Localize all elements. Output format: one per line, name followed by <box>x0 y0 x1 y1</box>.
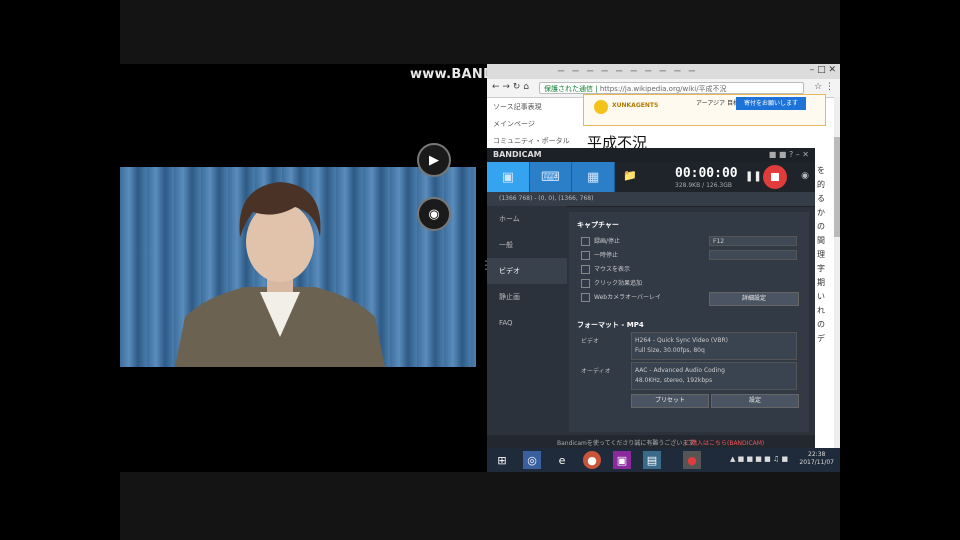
sidebar-item-image[interactable]: 静止画 <box>487 284 567 310</box>
app-icon[interactable]: ▣ <box>613 451 631 469</box>
recording-status: 📁 00:00:00 328.9KB / 126.3GB ❚❚ ◉ <box>615 162 815 192</box>
audio-format-box: AAC - Advanced Audio Coding 48.0KHz, ste… <box>631 362 797 390</box>
video-frame: www.BANDICAM.com ▶ ◉ ⋮ ー ー ー ー ー ー ー ー ー… <box>120 0 840 540</box>
banner-logo-icon <box>594 100 608 114</box>
bandicam-window-controls-icon[interactable]: ■ ■ ? – ✕ <box>769 150 809 159</box>
preset-button[interactable]: プリセット <box>631 394 709 408</box>
hotkey-field-2[interactable] <box>709 250 797 260</box>
bottom-letterbox <box>120 472 840 540</box>
checkbox-pause[interactable]: 一時停止 <box>581 250 618 260</box>
format-section-title: フォーマット - MP4 <box>577 321 644 329</box>
bandicam-taskbar-icon[interactable]: ● <box>683 451 701 469</box>
video-codec: H264 - Quick Sync Video (VBR) <box>635 337 728 344</box>
explorer-icon[interactable]: ▤ <box>643 451 661 469</box>
footer-purchase-link[interactable]: ご購入はこちら(BANDICAM) <box>685 438 764 447</box>
ie-icon[interactable]: e <box>553 451 571 469</box>
capture-section-title: キャプチャー <box>577 221 619 229</box>
chrome-icon[interactable]: ● <box>583 451 601 469</box>
footer-text: Bandicamを使ってくださり誠に有難うございます <box>557 440 695 447</box>
webcam-feed <box>120 167 476 367</box>
capture-mode-selector: ▣ ⌨ ▦ <box>487 162 616 192</box>
top-letterbox <box>120 0 840 64</box>
checkbox-record[interactable]: 録画/停止 <box>581 236 620 246</box>
presenter-image <box>175 182 385 367</box>
capture-target-bar[interactable]: (1366 768) - (0, 0), (1366, 768) <box>487 192 815 207</box>
checkbox-label: マウスを表示 <box>594 266 631 273</box>
window-controls-icon[interactable]: – □ ✕ <box>810 65 836 75</box>
bandicam-footer: Bandicamを使ってくださり誠に有難うございます ご購入はこちら(BANDI… <box>487 435 815 448</box>
wiki-link[interactable]: メインページ <box>493 119 578 129</box>
search-icon[interactable]: ◎ <box>523 451 541 469</box>
browser-tab-text[interactable]: ー ー ー ー ー ー ー ー ー ー <box>557 66 698 77</box>
video-label: ビデオ <box>581 338 600 345</box>
system-tray-icon[interactable]: ▲ ■ ■ ■ ■ ♫ ■ <box>730 455 788 463</box>
donation-banner: XUNKAGENTS アーアジア 目標です 寄付をお願いします <box>583 94 826 126</box>
advanced-settings-button[interactable]: 詳細設定 <box>709 292 799 306</box>
audio-codec: AAC - Advanced Audio Coding <box>635 367 725 374</box>
format-settings-button[interactable]: 設定 <box>711 394 799 408</box>
address-url: https://ja.wikipedia.org/wiki/平成不況 <box>599 85 727 93</box>
browser-tabbar: ー ー ー ー ー ー ー ー ー ー – □ ✕ <box>487 64 840 79</box>
start-icon[interactable]: ⊞ <box>493 451 511 469</box>
video-params: Full Size, 30.00fps, 80q <box>635 347 705 354</box>
checkbox-mouse[interactable]: マウスを表示 <box>581 264 630 274</box>
secure-label: 保護された通信 <box>544 85 593 93</box>
folder-icon[interactable]: 📁 <box>623 169 637 182</box>
clock-date: 2017/11/07 <box>799 459 834 466</box>
screen-mode-icon[interactable]: ▣ <box>487 162 530 192</box>
checkbox-label: 一時停止 <box>594 252 619 259</box>
sidebar-item-general[interactable]: 一般 <box>487 232 567 258</box>
scroll-thumb[interactable] <box>834 137 840 237</box>
checkbox-label: 録画/停止 <box>594 238 621 245</box>
bandicam-sidebar: ホーム 一般 ビデオ 静止画 FAQ <box>487 206 567 448</box>
wiki-sidebar: ソース記事表現 メインページ コミュニティ・ポータル <box>493 102 578 153</box>
device-mode-icon[interactable]: ▦ <box>572 162 616 192</box>
bandicam-window: BANDICAM ■ ■ ? – ✕ ▣ ⌨ ▦ 📁 00:00:00 328.… <box>487 148 815 448</box>
checkbox-webcam[interactable]: Webカメラオーバーレイ <box>581 292 661 302</box>
nav-buttons-icon[interactable]: ← → ↻ ⌂ <box>492 82 529 92</box>
stop-icon <box>771 173 779 181</box>
video-camera-icon[interactable]: ▶ <box>417 143 451 177</box>
record-stop-button[interactable] <box>763 165 787 189</box>
sidebar-item-home[interactable]: ホーム <box>487 206 567 232</box>
audio-label: オーディオ <box>581 368 611 375</box>
record-time: 00:00:00 <box>675 166 738 181</box>
taskbar-clock[interactable]: 22:38 2017/11/07 <box>799 451 834 467</box>
video-settings-panel: キャプチャー 録画/停止 一時停止 マウスを表示 クリック効果追加 Webカメラ… <box>569 212 809 432</box>
clock-time: 22:38 <box>808 451 826 458</box>
video-format-box: H264 - Quick Sync Video (VBR) Full Size,… <box>631 332 797 360</box>
desktop-screen: ー ー ー ー ー ー ー ー ー ー – □ ✕ ← → ↻ ⌂ 保護された通… <box>487 64 840 472</box>
audio-params: 48.0KHz, stereo, 192kbps <box>635 377 713 384</box>
bandicam-titlebar: BANDICAM ■ ■ ? – ✕ <box>487 148 815 162</box>
photo-camera-icon[interactable]: ◉ <box>417 197 451 231</box>
browser-scrollbar[interactable] <box>834 97 840 457</box>
game-mode-icon[interactable]: ⌨ <box>529 162 573 192</box>
wiki-link[interactable]: コミュニティ・ポータル <box>493 136 578 146</box>
hotkey-field[interactable]: F12 <box>709 236 797 246</box>
banner-logo-text: XUNKAGENTS <box>612 102 659 109</box>
capture-target-text: (1366 768) - (0, 0), (1366, 768) <box>499 195 594 202</box>
checkbox-label: Webカメラオーバーレイ <box>594 294 662 301</box>
sidebar-item-video[interactable]: ビデオ <box>487 258 567 284</box>
banner-button[interactable]: 寄付をお願いします <box>736 97 806 110</box>
wiki-link[interactable]: ソース記事表現 <box>493 102 578 112</box>
windows-taskbar: ⊞ ◎ e ● ▣ ▤ ● ▲ ■ ■ ■ ■ ♫ ■ 22:38 2017/1… <box>487 448 840 472</box>
record-size: 328.9KB / 126.3GB <box>675 182 733 189</box>
sidebar-item-faq[interactable]: FAQ <box>487 310 567 336</box>
checkbox-label: クリック効果追加 <box>594 280 643 287</box>
browser-menu-icon[interactable]: ☆ ⋮ <box>814 82 834 92</box>
checkbox-click-effect[interactable]: クリック効果追加 <box>581 278 642 288</box>
screenshot-icon[interactable]: ◉ <box>801 171 809 181</box>
address-bar[interactable]: 保護された通信 | https://ja.wikipedia.org/wiki/… <box>539 82 804 94</box>
pause-icon[interactable]: ❚❚ <box>745 171 762 182</box>
bandicam-brand: BANDICAM <box>493 150 542 159</box>
